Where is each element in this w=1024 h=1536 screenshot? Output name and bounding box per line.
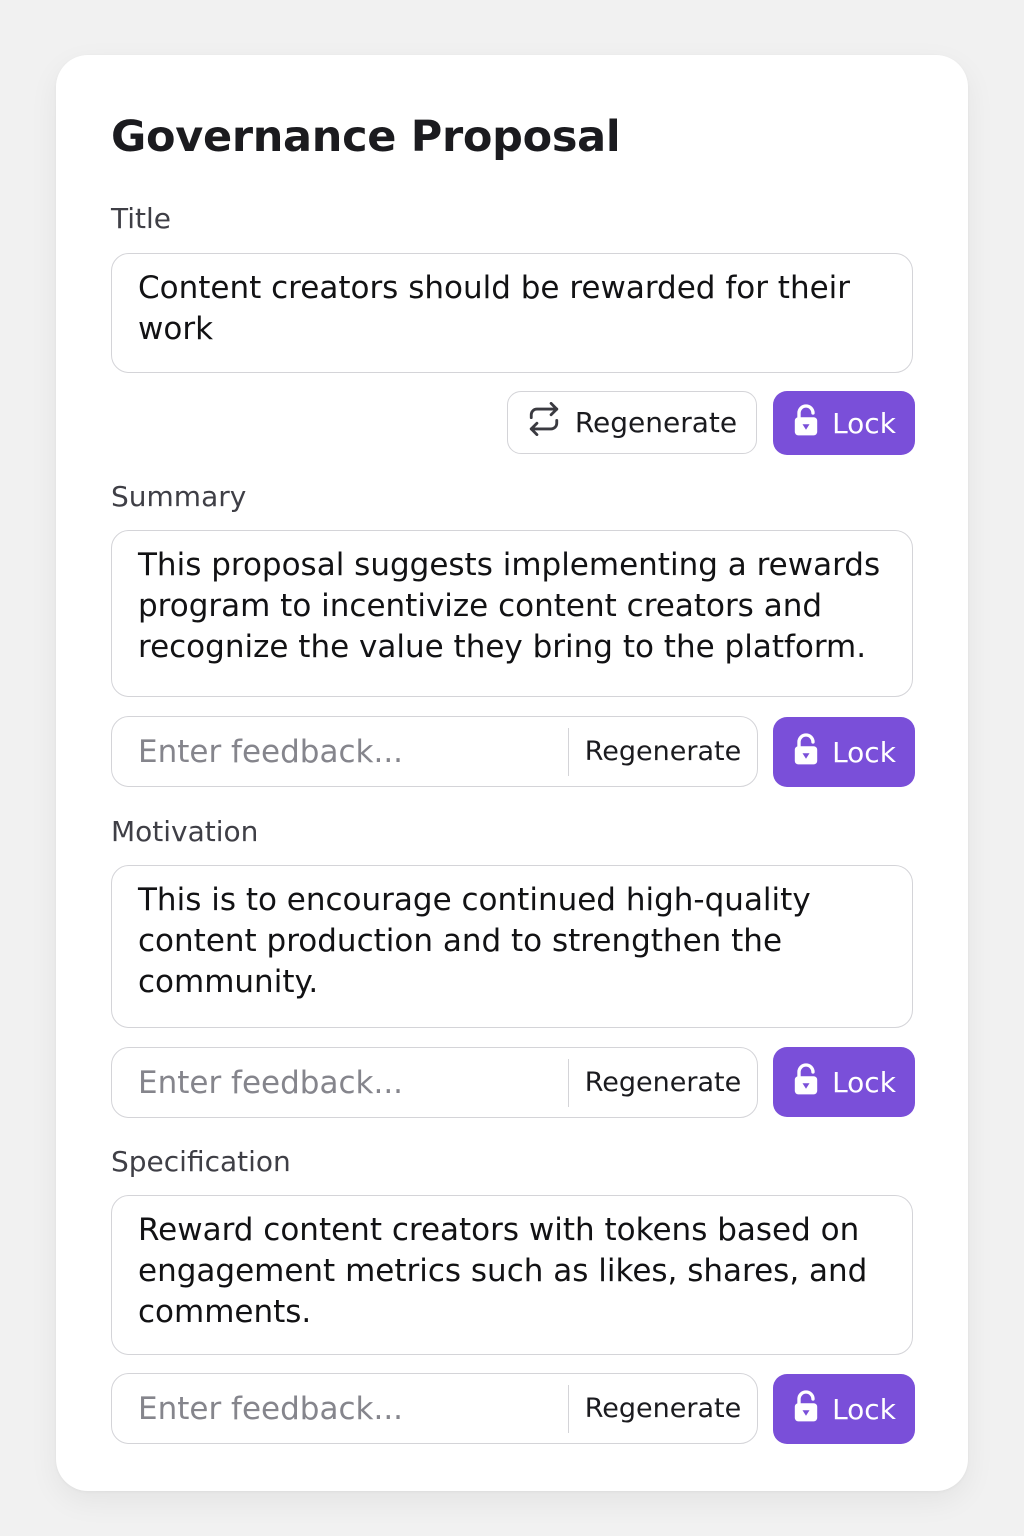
summary-lock-button[interactable]: Lock bbox=[773, 717, 915, 787]
specification-label: Specification bbox=[111, 1145, 291, 1178]
motivation-label: Motivation bbox=[111, 815, 259, 848]
title-lock-label: Lock bbox=[832, 406, 896, 440]
specification-lock-button[interactable]: Lock bbox=[773, 1374, 915, 1444]
motivation-feedback-row: Regenerate bbox=[111, 1047, 758, 1118]
motivation-feedback-input[interactable] bbox=[112, 1048, 568, 1117]
motivation-lock-label: Lock bbox=[832, 1065, 896, 1099]
title-regenerate-button[interactable]: Regenerate bbox=[507, 391, 757, 454]
specification-feedback-input[interactable] bbox=[112, 1374, 568, 1443]
proposal-card: Governance Proposal Title Content creato… bbox=[56, 55, 968, 1491]
title-regenerate-label: Regenerate bbox=[574, 406, 738, 439]
motivation-field[interactable]: This is to encourage continued high-qual… bbox=[111, 865, 913, 1028]
specification-feedback-row: Regenerate bbox=[111, 1373, 758, 1444]
summary-regenerate-button[interactable]: Regenerate bbox=[569, 717, 757, 786]
title-label: Title bbox=[111, 202, 172, 235]
summary-field[interactable]: This proposal suggests implementing a re… bbox=[111, 530, 913, 697]
summary-feedback-row: Regenerate bbox=[111, 716, 758, 787]
page-title: Governance Proposal bbox=[111, 112, 621, 162]
motivation-lock-button[interactable]: Lock bbox=[773, 1047, 915, 1117]
motivation-regenerate-button[interactable]: Regenerate bbox=[569, 1048, 757, 1117]
specification-lock-label: Lock bbox=[832, 1392, 896, 1426]
lock-icon bbox=[792, 1389, 820, 1430]
lock-icon bbox=[792, 732, 820, 773]
specification-field[interactable]: Reward content creators with tokens base… bbox=[111, 1195, 913, 1355]
title-lock-button[interactable]: Lock bbox=[773, 391, 915, 455]
summary-feedback-input[interactable] bbox=[112, 717, 568, 786]
summary-label: Summary bbox=[111, 480, 247, 513]
specification-regenerate-button[interactable]: Regenerate bbox=[569, 1374, 757, 1443]
title-field[interactable]: Content creators should be rewarded for … bbox=[111, 253, 913, 373]
lock-icon bbox=[792, 403, 820, 444]
refresh-icon bbox=[527, 402, 561, 443]
lock-icon bbox=[792, 1062, 820, 1103]
summary-lock-label: Lock bbox=[832, 735, 896, 769]
